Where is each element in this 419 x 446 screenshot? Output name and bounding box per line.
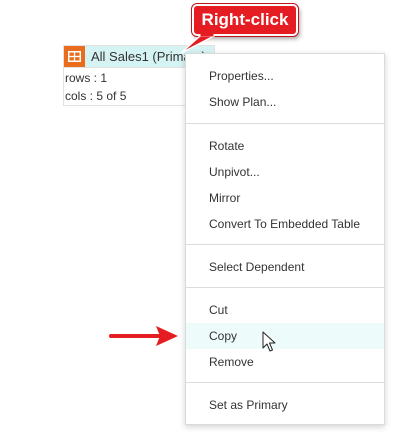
menu-item-remove[interactable]: Remove <box>186 349 384 375</box>
menu-divider <box>186 123 384 124</box>
menu-item-set-as-primary[interactable]: Set as Primary <box>186 392 384 418</box>
menu-item-convert-embedded[interactable]: Convert To Embedded Table <box>186 211 384 237</box>
table-icon <box>64 46 85 67</box>
menu-divider <box>186 382 384 383</box>
red-arrow-icon <box>109 326 178 346</box>
menu-item-unpivot[interactable]: Unpivot... <box>186 159 384 185</box>
menu-item-cut[interactable]: Cut <box>186 297 384 323</box>
menu-item-rotate[interactable]: Rotate <box>186 133 384 159</box>
menu-divider <box>186 287 384 288</box>
menu-item-select-dependent[interactable]: Select Dependent <box>186 254 384 280</box>
menu-item-properties[interactable]: Properties... <box>186 63 384 89</box>
context-menu: Properties... Show Plan... Rotate Unpivo… <box>185 53 385 425</box>
menu-item-mirror[interactable]: Mirror <box>186 185 384 211</box>
menu-divider <box>186 244 384 245</box>
menu-item-show-plan[interactable]: Show Plan... <box>186 89 384 115</box>
right-click-callout: Right-click <box>192 4 298 36</box>
menu-item-copy[interactable]: Copy <box>186 323 384 349</box>
